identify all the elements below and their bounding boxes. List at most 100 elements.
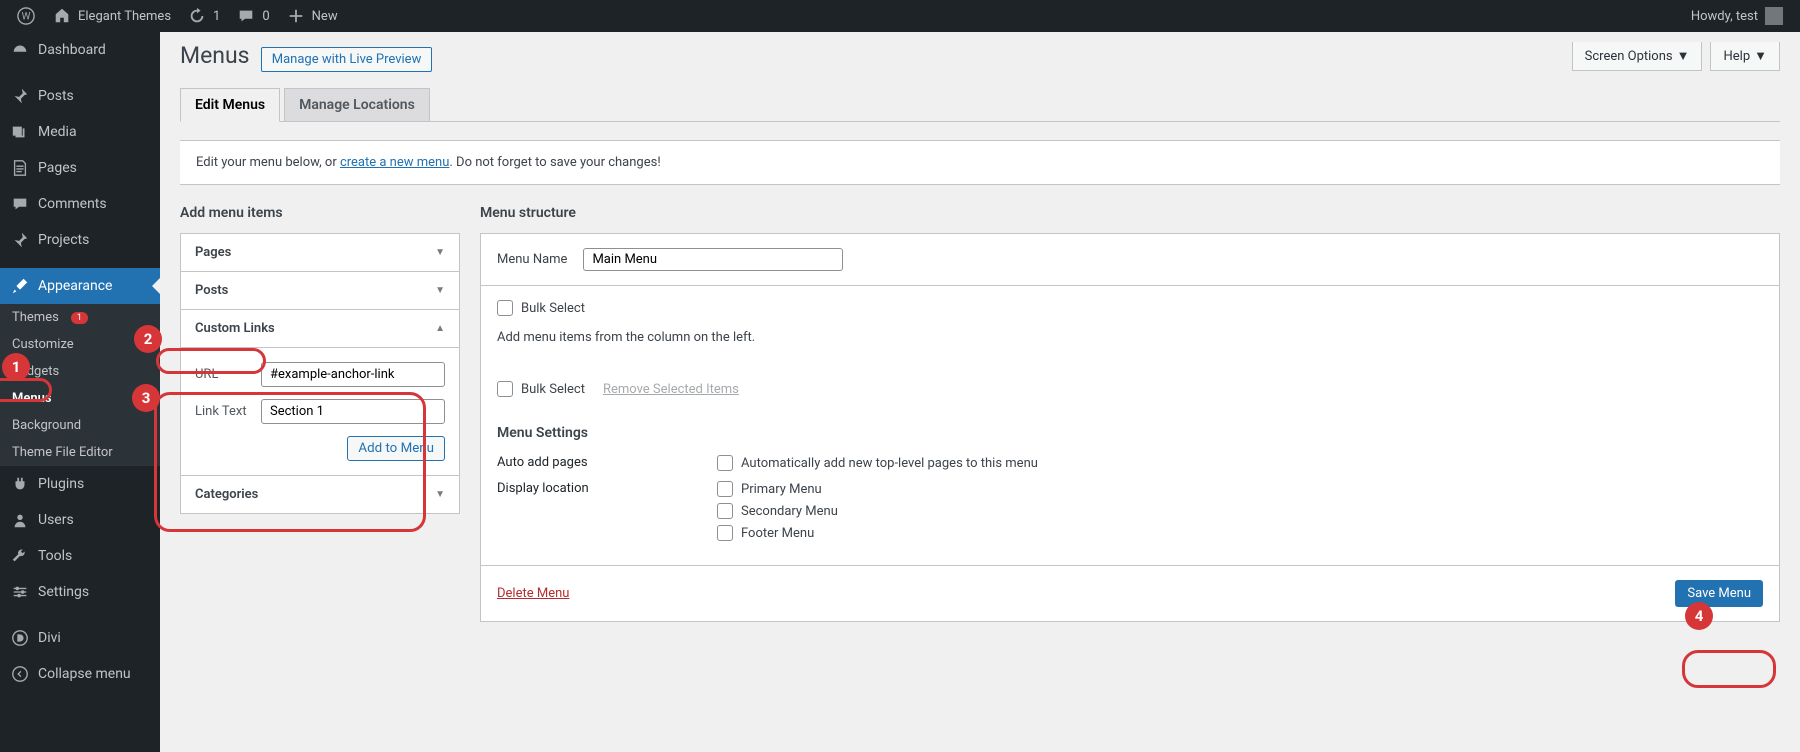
divi-icon — [10, 628, 30, 648]
acc-label: Pages — [195, 245, 231, 260]
help-button[interactable]: Help ▼ — [1710, 42, 1780, 71]
dashboard-icon — [10, 40, 30, 60]
accordion-custom-links[interactable]: Custom Links ▲ — [181, 310, 459, 348]
sidebar-label: Background — [12, 418, 81, 433]
submenu-background[interactable]: Background — [0, 412, 160, 439]
content-area: Screen Options ▼ Help ▼ Menus Manage wit… — [160, 32, 1800, 752]
comments-count: 0 — [262, 9, 269, 24]
chevron-down-icon: ▼ — [435, 247, 445, 258]
empty-placeholder: Add menu items from the column on the le… — [497, 330, 1763, 345]
url-label: URL — [195, 367, 253, 382]
new-content[interactable]: New — [278, 0, 346, 32]
svg-text:W: W — [22, 12, 31, 23]
tabs: Edit MenusManage Locations — [180, 88, 1780, 122]
sidebar-item-dashboard[interactable]: Dashboard — [0, 32, 160, 68]
acc-label: Categories — [195, 487, 258, 502]
sidebar-item-plugins[interactable]: Plugins — [0, 466, 160, 502]
live-preview-button[interactable]: Manage with Live Preview — [261, 47, 433, 72]
sidebar-item-comments[interactable]: Comments — [0, 186, 160, 222]
menu-settings-heading: Menu Settings — [497, 425, 1763, 441]
acc-label: Posts — [195, 283, 228, 298]
sidebar-item-pages[interactable]: Pages — [0, 150, 160, 186]
wrench-icon — [10, 546, 30, 566]
sidebar-label: Users — [38, 512, 74, 528]
howdy-user[interactable]: Howdy, test — [1683, 0, 1792, 32]
acc-label: Custom Links — [195, 321, 275, 336]
custom-links-panel: URL Link Text Add to Menu — [181, 348, 459, 476]
create-menu-link[interactable]: create a new menu — [340, 155, 449, 170]
add-items-heading: Add menu items — [180, 205, 460, 221]
appearance-submenu: Themes1 Customize Widgets Menus Backgrou… — [0, 304, 160, 466]
sidebar-item-posts[interactable]: Posts — [0, 78, 160, 114]
add-menu-items-column: Add menu items Pages ▼ Posts ▼ Custom Link… — [180, 205, 460, 622]
checkbox[interactable] — [717, 525, 733, 541]
remove-selected-link[interactable]: Remove Selected Items — [603, 382, 739, 397]
admin-bar: W Elegant Themes 1 0 New Howdy, test — [0, 0, 1800, 32]
sidebar-label: Plugins — [38, 476, 84, 492]
pages-icon — [10, 158, 30, 178]
tab-manage-locations[interactable]: Manage Locations — [284, 88, 430, 121]
chevron-down-icon: ▼ — [435, 285, 445, 296]
bulk-select-label: Bulk Select — [521, 382, 585, 397]
link-text-input[interactable] — [261, 399, 445, 424]
location-secondary[interactable]: Secondary Menu — [717, 503, 838, 519]
pin-icon — [10, 230, 30, 250]
tab-edit-menus[interactable]: Edit Menus — [180, 88, 280, 122]
sidebar-label: Dashboard — [38, 42, 106, 58]
link-text-label: Link Text — [195, 404, 253, 419]
sidebar-item-appearance[interactable]: Appearance — [0, 268, 160, 304]
plug-icon — [10, 474, 30, 494]
save-menu-button[interactable]: Save Menu — [1675, 580, 1763, 607]
site-name[interactable]: Elegant Themes — [44, 0, 179, 32]
sidebar-label: Themes — [12, 310, 59, 325]
annotation-marker-2: 2 — [134, 325, 162, 353]
chevron-up-icon: ▲ — [435, 323, 445, 334]
sliders-icon — [10, 582, 30, 602]
accordion-pages[interactable]: Pages ▼ — [181, 234, 459, 272]
sidebar-label: Divi — [38, 630, 61, 646]
notice-text: Edit your menu below, or — [196, 155, 340, 170]
auto-add-option[interactable]: Automatically add new top-level pages to… — [717, 455, 1038, 471]
location-footer[interactable]: Footer Menu — [717, 525, 838, 541]
accordion-posts[interactable]: Posts ▼ — [181, 272, 459, 310]
annotation-marker-1: 1 — [2, 353, 30, 381]
updates-count: 1 — [213, 9, 220, 24]
sidebar-collapse[interactable]: Collapse menu — [0, 656, 160, 692]
sidebar-item-users[interactable]: Users — [0, 502, 160, 538]
delete-menu-link[interactable]: Delete Menu — [497, 586, 569, 601]
url-input[interactable] — [261, 362, 445, 387]
bulk-select-checkbox[interactable] — [497, 381, 513, 397]
new-label: New — [312, 9, 338, 24]
chevron-down-icon: ▼ — [1677, 48, 1690, 64]
btn-label: Screen Options — [1585, 49, 1673, 64]
sidebar-item-projects[interactable]: Projects — [0, 222, 160, 258]
add-to-menu-button[interactable]: Add to Menu — [347, 436, 445, 461]
submenu-theme-editor[interactable]: Theme File Editor — [0, 439, 160, 466]
bulk-select-label: Bulk Select — [521, 301, 585, 316]
collapse-icon — [10, 664, 30, 684]
checkbox[interactable] — [717, 481, 733, 497]
location-primary[interactable]: Primary Menu — [717, 481, 838, 497]
sidebar-item-settings[interactable]: Settings — [0, 574, 160, 610]
bulk-select-checkbox[interactable] — [497, 300, 513, 316]
annotation-marker-3: 3 — [132, 384, 160, 412]
screen-options-button[interactable]: Screen Options ▼ — [1572, 42, 1703, 71]
updates[interactable]: 1 — [179, 0, 228, 32]
accordion-categories[interactable]: Categories▼ — [181, 476, 459, 513]
checkbox[interactable] — [717, 455, 733, 471]
sidebar-item-tools[interactable]: Tools — [0, 538, 160, 574]
sidebar-item-divi[interactable]: Divi — [0, 620, 160, 656]
menu-name-input[interactable] — [583, 248, 843, 271]
sidebar-item-media[interactable]: Media — [0, 114, 160, 150]
display-location-label: Display location — [497, 481, 717, 541]
wp-logo[interactable]: W — [8, 0, 44, 32]
option-label: Primary Menu — [741, 482, 822, 497]
sidebar-label: Theme File Editor — [12, 445, 113, 460]
submenu-themes[interactable]: Themes1 — [0, 304, 160, 331]
checkbox[interactable] — [717, 503, 733, 519]
option-label: Automatically add new top-level pages to… — [741, 456, 1038, 471]
notice-text: . Do not forget to save your changes! — [449, 155, 660, 170]
comments[interactable]: 0 — [228, 0, 277, 32]
pin-icon — [10, 86, 30, 106]
user-icon — [10, 510, 30, 530]
